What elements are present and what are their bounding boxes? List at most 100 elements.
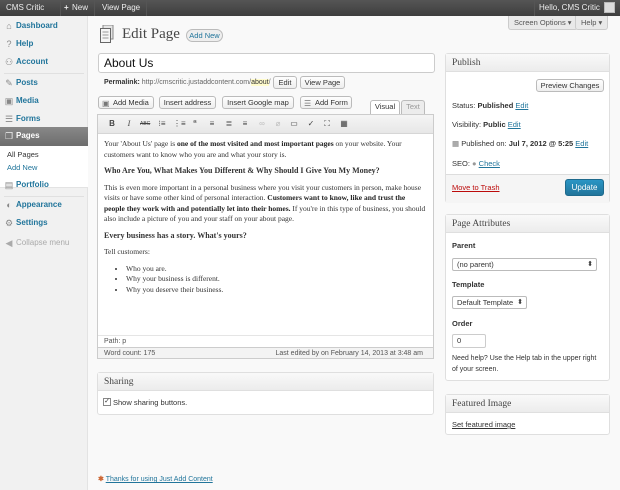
align-center-icon[interactable]: ≣ — [224, 119, 234, 129]
insert-google-map-button[interactable]: Insert Google map — [222, 96, 294, 109]
move-to-trash-link[interactable]: Move to Trash — [452, 183, 500, 192]
sidebar-item-label: Portfolio — [16, 180, 49, 189]
sidebar-item-label: Media — [16, 96, 39, 105]
divider — [534, 0, 535, 16]
avatar[interactable] — [604, 2, 615, 13]
portfolio-icon: ▤ — [4, 180, 14, 190]
forms-icon: ☰ — [4, 114, 14, 124]
jac-logo-icon: ✱ — [98, 476, 104, 483]
permalink-base-url: http://cmscritic.justaddcontent.com/ — [141, 79, 252, 86]
permalink-trailing-slash: / — [268, 79, 271, 86]
submenu-add-new[interactable]: Add New — [7, 163, 37, 172]
align-left-icon[interactable]: ≡ — [207, 119, 217, 129]
site-name-link[interactable]: CMS Critic — [6, 0, 44, 16]
featured-image-title[interactable]: Featured Image — [446, 395, 609, 413]
pages-icon: ❐ — [4, 131, 14, 141]
word-count: Word count: 175 — [104, 350, 156, 357]
sidebar-item-portfolio[interactable]: ▤ Portfolio — [0, 176, 88, 194]
add-new-page-button[interactable]: Add New — [186, 29, 223, 42]
template-select[interactable]: Default Template ⬍ — [452, 296, 527, 309]
sidebar-item-dashboard[interactable]: ⌂ Dashboard — [0, 17, 88, 35]
fullscreen-icon[interactable]: ⛶ — [322, 119, 332, 129]
sidebar-item-settings[interactable]: ⚙ Settings — [0, 214, 88, 232]
screen-options-tab[interactable]: Screen Options ▾ — [508, 16, 578, 30]
footer-link[interactable]: Thanks for using Just Add Content — [106, 476, 213, 483]
list-item: Why you deserve their business. — [126, 285, 426, 296]
form-icon: ☰ — [304, 99, 312, 108]
content-editor[interactable]: B I ABC ⁝≡ ⋮≡ “ ≡ ≣ ≡ ∞ ⌀ ▭ ✓ ⛶ ▦ Your '… — [97, 114, 434, 359]
post-title-input[interactable]: About Us — [98, 53, 435, 73]
paragraph: Tell customers: — [104, 247, 150, 256]
collapse-menu-button[interactable]: ◀ Collapse menu — [0, 234, 88, 252]
view-page-button[interactable]: View Page — [300, 76, 345, 89]
parent-select[interactable]: (no parent) ⬍ — [452, 258, 597, 271]
sidebar-item-posts[interactable]: ✎ Posts — [0, 74, 88, 92]
order-input[interactable]: 0 — [452, 334, 486, 348]
sidebar-item-appearance[interactable]: ◐ Appearance — [0, 196, 88, 214]
show-sharing-checkbox[interactable]: ✓ — [103, 398, 111, 406]
insert-address-button[interactable]: Insert address — [159, 96, 216, 109]
publish-title[interactable]: Publish — [446, 54, 609, 72]
sidebar-item-media[interactable]: ▣ Media — [0, 92, 88, 110]
visibility-label: Visibility: — [452, 120, 482, 129]
unlink-icon[interactable]: ⌀ — [273, 119, 283, 129]
bulleted-list-icon[interactable]: ⁝≡ — [157, 119, 167, 129]
add-media-button[interactable]: ▣ Add Media — [98, 96, 154, 109]
sharing-title[interactable]: Sharing — [98, 373, 433, 391]
tab-text[interactable]: Text — [401, 100, 425, 114]
sidebar-item-pages[interactable]: ❐ Pages — [0, 127, 88, 146]
sidebar-item-help[interactable]: ? Help — [0, 35, 88, 53]
set-featured-image-link[interactable]: Set featured image — [452, 420, 515, 429]
help-text: of your screen. — [452, 366, 499, 373]
sidebar-item-label: Dashboard — [16, 21, 58, 30]
pin-icon: ✎ — [5, 78, 13, 88]
status-label: Status: — [452, 101, 476, 110]
edit-permalink-button[interactable]: Edit — [273, 76, 297, 89]
strikethrough-icon[interactable]: ABC — [140, 119, 150, 129]
status-row: Status: Published Edit — [452, 101, 528, 110]
order-label: Order — [452, 319, 473, 328]
page-attributes-title[interactable]: Page Attributes — [446, 215, 609, 233]
new-content-link[interactable]: New — [72, 0, 88, 16]
list-item: Who you are. — [126, 264, 426, 275]
more-tag-icon[interactable]: ▭ — [289, 119, 299, 129]
account-icon: ⚇ — [4, 57, 14, 67]
permalink-slug[interactable]: about — [251, 79, 269, 86]
account-greeting[interactable]: Hello, CMS Critic — [539, 0, 600, 16]
parent-value: (no parent) — [457, 260, 494, 269]
tab-visual[interactable]: Visual — [370, 100, 400, 114]
submenu-all-pages[interactable]: All Pages — [7, 150, 39, 159]
blockquote-icon[interactable]: “ — [190, 119, 200, 129]
preview-changes-button[interactable]: Preview Changes — [536, 79, 604, 92]
update-button[interactable]: Update — [565, 179, 604, 196]
kitchen-sink-icon[interactable]: ▦ — [339, 119, 349, 129]
status-value: Published — [477, 101, 514, 110]
edit-date-link[interactable]: Edit — [575, 139, 588, 148]
editor-toolbar: B I ABC ⁝≡ ⋮≡ “ ≡ ≣ ≡ ∞ ⌀ ▭ ✓ ⛶ ▦ — [98, 115, 433, 134]
bold-icon[interactable]: B — [107, 119, 117, 129]
sidebar-item-forms[interactable]: ☰ Forms — [0, 110, 88, 128]
chevron-down-icon: ▾ — [598, 18, 603, 27]
italic-icon[interactable]: I — [124, 119, 134, 129]
text-run: Your 'About Us' page is — [104, 139, 177, 148]
align-right-icon[interactable]: ≡ — [240, 119, 250, 129]
help-tab[interactable]: Help ▾ — [575, 16, 609, 30]
calendar-icon: ▦ — [452, 139, 460, 148]
link-icon[interactable]: ∞ — [257, 119, 267, 129]
view-page-link[interactable]: View Page — [102, 0, 140, 16]
seo-check-link[interactable]: Check — [479, 159, 500, 168]
spellcheck-icon[interactable]: ✓ — [306, 119, 316, 129]
edit-visibility-link[interactable]: Edit — [508, 120, 521, 129]
edit-status-link[interactable]: Edit — [515, 101, 528, 110]
add-form-button[interactable]: ☰ Add Form — [300, 96, 352, 109]
sidebar-item-label: Account — [16, 57, 48, 66]
collapse-arrow-icon: ◀ — [5, 238, 13, 248]
permalink-row: Permalink: http://cmscritic.justaddconte… — [104, 79, 271, 86]
sidebar-item-account[interactable]: ⚇ Account — [0, 53, 88, 71]
new-content-icon[interactable]: + — [64, 0, 69, 16]
numbered-list-icon[interactable]: ⋮≡ — [173, 119, 186, 129]
editor-path: Path: p — [98, 335, 433, 347]
bullet-list: Who you are. Why your business is differ… — [126, 264, 426, 296]
admin-bar: CMS Critic + New View Page Hello, CMS Cr… — [0, 0, 620, 16]
editor-content[interactable]: Your 'About Us' page is one of the most … — [104, 139, 426, 295]
